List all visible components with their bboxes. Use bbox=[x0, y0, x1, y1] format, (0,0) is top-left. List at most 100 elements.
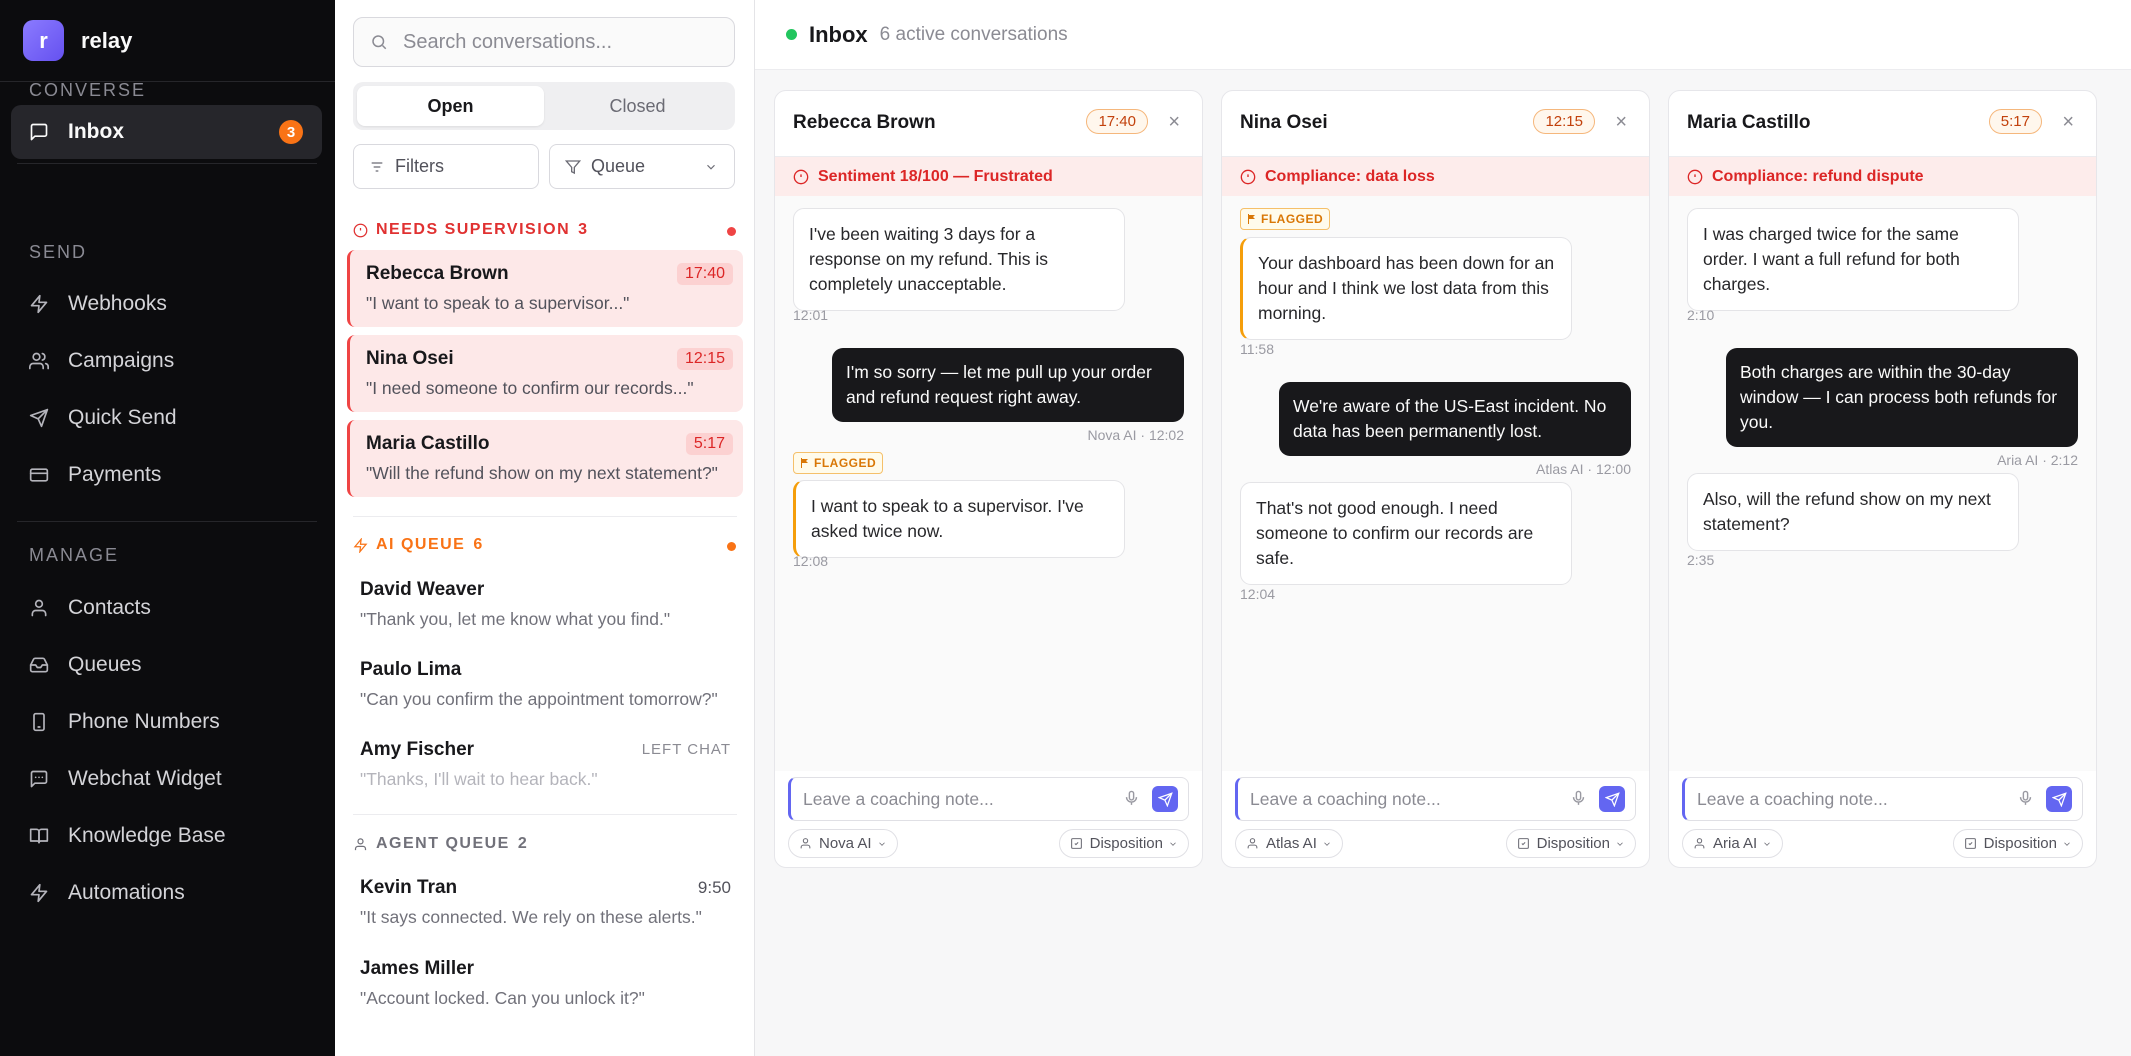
agent-name: Aria AI bbox=[1713, 835, 1758, 852]
microphone-icon[interactable] bbox=[1570, 790, 1587, 812]
message-meta: 11:58 bbox=[1240, 341, 1274, 357]
sidebar-item-label: Phone Numbers bbox=[68, 710, 220, 733]
conversation-item[interactable]: Maria Castillo "Will the refund show on … bbox=[347, 420, 743, 497]
conversation-preview: "Thanks, I'll wait to hear back." bbox=[360, 769, 598, 789]
conversation-item[interactable]: Nina Osei "I need someone to confirm our… bbox=[347, 335, 743, 412]
conversation-preview: "I want to speak to a supervisor..." bbox=[366, 293, 630, 313]
conversation-card: Maria Castillo 5:17 × Compliance: refund… bbox=[1668, 90, 2097, 868]
disposition-select[interactable]: Disposition bbox=[1058, 829, 1189, 858]
agent-message: Both charges are within the 30-day windo… bbox=[1726, 348, 2078, 447]
conversation-item[interactable]: Rebecca Brown "I want to speak to a supe… bbox=[347, 250, 743, 327]
card-alert-banner: Compliance: data loss bbox=[1222, 157, 1649, 196]
sidebar-item-label: Queues bbox=[68, 653, 142, 676]
sidebar-item-label: Automations bbox=[68, 881, 185, 904]
paper-plane-icon bbox=[29, 408, 49, 428]
filters-button[interactable]: Filters bbox=[353, 144, 539, 189]
microphone-icon[interactable] bbox=[2017, 790, 2034, 812]
wait-time-badge: 12:15 bbox=[676, 348, 733, 370]
send-note-button[interactable] bbox=[2046, 786, 2072, 812]
page-title: Inbox bbox=[809, 21, 868, 47]
sidebar-item-contacts[interactable]: Contacts bbox=[11, 581, 322, 635]
search-input[interactable]: Search conversations... bbox=[353, 17, 735, 67]
customer-message: Your dashboard has been down for an hour… bbox=[1240, 237, 1572, 340]
section-send: SEND bbox=[29, 242, 88, 262]
conversation-item[interactable]: Kevin Tran "It says connected. We rely o… bbox=[347, 864, 743, 941]
disposition-label: Disposition bbox=[1089, 835, 1163, 852]
user-icon bbox=[1247, 838, 1258, 849]
app-name: relay bbox=[81, 27, 133, 53]
agent-select[interactable]: Nova AI bbox=[788, 829, 898, 858]
sidebar-item-payments[interactable]: Payments bbox=[11, 448, 322, 502]
conversation-item[interactable]: Paulo Lima "Can you confirm the appointm… bbox=[347, 646, 743, 723]
divider bbox=[17, 521, 317, 522]
conversation-preview: "Will the refund show on my next stateme… bbox=[366, 463, 718, 483]
card-timer-badge: 12:15 bbox=[1533, 109, 1595, 134]
group-status-dot bbox=[727, 542, 736, 551]
group-label: AI QUEUE bbox=[376, 536, 466, 553]
section-converse: CONVERSE bbox=[29, 80, 147, 100]
disposition-select[interactable]: Disposition bbox=[1505, 829, 1636, 858]
close-icon[interactable]: × bbox=[1168, 111, 1180, 134]
divider bbox=[17, 163, 317, 164]
message-meta: Nova AI · 12:02 bbox=[1087, 427, 1184, 443]
agent-message: We're aware of the US-East incident. No … bbox=[1279, 382, 1631, 456]
sidebar-item-phone-numbers[interactable]: Phone Numbers bbox=[11, 695, 322, 749]
status-tabs: Open Closed bbox=[353, 82, 735, 130]
close-icon[interactable]: × bbox=[2062, 111, 2074, 134]
message-thread: I've been waiting 3 days for a response … bbox=[775, 196, 1202, 771]
coaching-note-input[interactable]: Leave a coaching note... bbox=[788, 777, 1189, 821]
sidebar-item-webhooks[interactable]: Webhooks bbox=[11, 277, 322, 331]
message-meta: Aria AI · 2:12 bbox=[1997, 452, 2078, 468]
unread-badge: 3 bbox=[279, 120, 303, 144]
relay-logo-icon: r bbox=[23, 20, 64, 61]
divider bbox=[353, 814, 737, 815]
users-icon bbox=[29, 351, 49, 371]
sidebar-item-campaigns[interactable]: Campaigns bbox=[11, 334, 322, 388]
conversation-item[interactable]: James Miller "Account locked. Can you un… bbox=[347, 945, 743, 1022]
sidebar-item-label: Webhooks bbox=[68, 292, 167, 315]
sidebar-item-inbox[interactable]: Inbox 3 bbox=[11, 105, 322, 159]
live-status-dot bbox=[786, 29, 797, 40]
sidebar-item-webchat-widget[interactable]: Webchat Widget bbox=[11, 752, 322, 806]
card-customer-name: Rebecca Brown bbox=[793, 112, 936, 133]
conversation-name: Paulo Lima bbox=[360, 659, 462, 680]
coaching-note-input[interactable]: Leave a coaching note... bbox=[1682, 777, 2083, 821]
sidebar-item-knowledge-base[interactable]: Knowledge Base bbox=[11, 809, 322, 863]
conversation-item[interactable]: David Weaver "Thank you, let me know wha… bbox=[347, 566, 743, 643]
conversation-item[interactable]: Amy Fischer "Thanks, I'll wait to hear b… bbox=[347, 726, 743, 803]
message-meta: 12:08 bbox=[793, 553, 829, 569]
conversation-preview: "Account locked. Can you unlock it?" bbox=[360, 988, 645, 1008]
paper-plane-icon bbox=[1157, 791, 1173, 807]
customer-message: That's not good enough. I need someone t… bbox=[1240, 482, 1572, 585]
sidebar-item-quick-send[interactable]: Quick Send bbox=[11, 391, 322, 445]
conversation-preview: "I need someone to confirm our records..… bbox=[366, 378, 694, 398]
card-timer-badge: 17:40 bbox=[1086, 109, 1148, 134]
card-customer-name: Nina Osei bbox=[1240, 112, 1328, 133]
tab-closed[interactable]: Closed bbox=[544, 86, 731, 126]
coaching-note-input[interactable]: Leave a coaching note... bbox=[1235, 777, 1636, 821]
close-icon[interactable]: × bbox=[1615, 111, 1627, 134]
flag-label: FLAGGED bbox=[1261, 212, 1324, 226]
customer-message: I want to speak to a supervisor. I've as… bbox=[793, 480, 1125, 558]
alert-text: Sentiment 18/100 — Frustrated bbox=[818, 167, 1053, 185]
microphone-icon[interactable] bbox=[1123, 790, 1140, 812]
brand: r relay bbox=[0, 0, 335, 82]
flagged-tag: FLAGGED bbox=[793, 452, 884, 474]
alert-circle-icon bbox=[353, 223, 368, 237]
credit-card-icon bbox=[29, 465, 49, 485]
send-note-button[interactable] bbox=[1152, 786, 1178, 812]
disposition-select[interactable]: Disposition bbox=[1952, 829, 2083, 858]
conversation-name: David Weaver bbox=[360, 579, 485, 600]
chevron-down-icon bbox=[1764, 841, 1770, 846]
tab-open[interactable]: Open bbox=[357, 86, 544, 126]
agent-select[interactable]: Aria AI bbox=[1682, 829, 1784, 858]
sidebar-item-automations[interactable]: Automations bbox=[11, 866, 322, 920]
wait-time-badge: 17:40 bbox=[676, 263, 733, 285]
agent-select[interactable]: Atlas AI bbox=[1235, 829, 1343, 858]
conversation-card: Rebecca Brown 17:40 × Sentiment 18/100 —… bbox=[774, 90, 1203, 868]
send-note-button[interactable] bbox=[1599, 786, 1625, 812]
card-header: Rebecca Brown 17:40 × bbox=[775, 91, 1202, 157]
queue-select[interactable]: Queue bbox=[549, 144, 735, 189]
alert-circle-icon bbox=[1240, 169, 1256, 184]
sidebar-item-queues[interactable]: Queues bbox=[11, 638, 322, 692]
